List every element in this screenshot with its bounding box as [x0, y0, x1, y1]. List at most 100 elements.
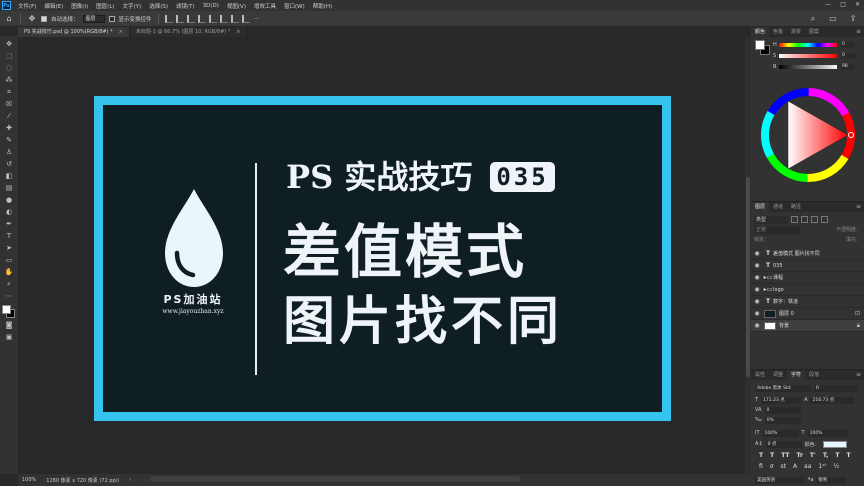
- crop-tool-icon[interactable]: ⌗: [3, 87, 15, 98]
- vertical-scale-field[interactable]: 100%: [762, 429, 799, 437]
- foreground-color[interactable]: [755, 40, 765, 50]
- eraser-tool-icon[interactable]: ◧: [3, 171, 15, 182]
- tab-paragraph[interactable]: 段落: [805, 370, 823, 380]
- tab-swatches[interactable]: 色板: [769, 27, 787, 37]
- layer-item[interactable]: ◉ 背景 🔒︎: [751, 320, 864, 332]
- menu-edit[interactable]: 编辑(E): [40, 2, 67, 10]
- tab-patterns[interactable]: 图案: [805, 27, 823, 37]
- tab-channels[interactable]: 通道: [769, 202, 787, 212]
- tracking-field[interactable]: 0%: [764, 416, 801, 424]
- layer-item[interactable]: ◉ T 数字：铁凌: [751, 296, 864, 308]
- stylistic-button[interactable]: A: [793, 463, 797, 470]
- auto-select-dropdown[interactable]: 图层: [82, 14, 105, 23]
- visibility-eye-icon[interactable]: ◉: [751, 310, 763, 317]
- align-center-icon[interactable]: [175, 14, 184, 23]
- strikethrough-button[interactable]: T: [846, 452, 850, 459]
- blend-mode-dropdown[interactable]: 正常: [754, 226, 800, 234]
- screen-mode-icon[interactable]: ▣: [3, 332, 15, 343]
- panel-menu-icon[interactable]: ≡: [856, 370, 864, 380]
- text-color-swatch[interactable]: [822, 440, 847, 448]
- font-style-dropdown[interactable]: R: [814, 384, 858, 392]
- show-transform-checkbox[interactable]: [108, 15, 115, 22]
- slider-value[interactable]: 98: [841, 63, 855, 70]
- brush-tool-icon[interactable]: ✎: [3, 135, 15, 146]
- slider-track[interactable]: [779, 64, 837, 69]
- leading-field[interactable]: 216.73 点: [810, 396, 855, 404]
- history-brush-tool-icon[interactable]: ↺: [3, 159, 15, 170]
- stamp-tool-icon[interactable]: ♙: [3, 147, 15, 158]
- status-arrow-icon[interactable]: ›: [129, 477, 131, 483]
- tab-document-2[interactable]: 未标题-1 @ 66.7% (图层 10, RGB/8#) * ×: [129, 27, 248, 37]
- color-swatches[interactable]: [2, 305, 16, 319]
- document-canvas[interactable]: PS加油站 www.jiayouzhan.xyz PS 实战技巧 035 差值模…: [94, 96, 671, 421]
- align-bottom-icon[interactable]: [219, 14, 228, 23]
- layer-filter-dropdown[interactable]: 类型: [754, 215, 788, 224]
- underline-button[interactable]: T: [835, 452, 839, 459]
- menu-view[interactable]: 视图(V): [223, 2, 250, 10]
- font-size-field[interactable]: 171.23 点: [761, 396, 802, 404]
- type-tool-icon[interactable]: T: [3, 231, 15, 242]
- hand-tool-icon[interactable]: ✋: [3, 267, 15, 278]
- brightness-slider[interactable]: B 98: [773, 63, 863, 70]
- menu-file[interactable]: 文件(F): [14, 2, 40, 10]
- minimize-icon[interactable]: —: [825, 1, 831, 8]
- menu-image[interactable]: 图像(I): [67, 2, 92, 10]
- more-options[interactable]: ···: [254, 16, 259, 22]
- superscript-button[interactable]: T': [810, 452, 816, 459]
- filter-type-icon[interactable]: [811, 216, 818, 223]
- visibility-eye-icon[interactable]: ◉: [751, 262, 763, 269]
- move-tool-icon[interactable]: ✥: [27, 14, 37, 24]
- pen-tool-icon[interactable]: ✒: [3, 219, 15, 230]
- more-tools-icon[interactable]: ⋯: [3, 291, 15, 302]
- panel-menu-icon[interactable]: ≡: [856, 202, 864, 212]
- baseline-field[interactable]: 0 点: [765, 440, 802, 448]
- layer-item[interactable]: ◉ T 差值模式 图片找不同: [751, 248, 864, 260]
- slider-track[interactable]: [779, 53, 837, 58]
- ligature-button[interactable]: ﬁ: [759, 463, 763, 470]
- subscript-button[interactable]: T,: [823, 452, 829, 459]
- zoom-tool-icon[interactable]: ⌕: [3, 279, 15, 290]
- blur-tool-icon[interactable]: ●: [3, 195, 15, 206]
- foreground-color[interactable]: [2, 305, 11, 314]
- maximize-icon[interactable]: □: [840, 1, 846, 8]
- visibility-eye-icon[interactable]: ◉: [751, 286, 763, 293]
- distribute-vertical-icon[interactable]: [241, 14, 250, 23]
- menu-type[interactable]: 文字(Y): [119, 2, 146, 10]
- gradient-tool-icon[interactable]: ▤: [3, 183, 15, 194]
- color-panel-swatches[interactable]: [755, 40, 771, 56]
- horizontal-scrollbar[interactable]: [150, 476, 520, 482]
- tab-properties[interactable]: 属性: [751, 370, 769, 380]
- move-tool-icon[interactable]: ✥: [3, 39, 15, 50]
- small-caps-button[interactable]: Tr: [797, 452, 803, 459]
- menu-layer[interactable]: 图层(L): [92, 2, 118, 10]
- faux-bold-button[interactable]: T: [759, 452, 763, 459]
- quick-mask-icon[interactable]: ◙: [3, 320, 15, 331]
- horizontal-scale-field[interactable]: 100%: [807, 429, 848, 437]
- visibility-eye-icon[interactable]: ◉: [751, 322, 763, 329]
- tab-close-icon[interactable]: ×: [119, 29, 123, 35]
- tab-adjustments[interactable]: 调整: [769, 370, 787, 380]
- slider-value[interactable]: 0: [841, 52, 855, 59]
- panel-menu-icon[interactable]: ≡: [856, 27, 864, 37]
- fraction-button[interactable]: ½: [833, 463, 839, 470]
- menu-3d[interactable]: 3D(D): [199, 3, 223, 9]
- workspace-icon[interactable]: ▭: [828, 14, 838, 24]
- align-top-icon[interactable]: [197, 14, 206, 23]
- filter-pixel-icon[interactable]: [791, 216, 798, 223]
- all-caps-button[interactable]: TT: [781, 452, 789, 459]
- tab-document-1[interactable]: PS 实战技巧.psd @ 100%(RGB/8#) * ×: [18, 27, 130, 37]
- close-icon[interactable]: ✕: [855, 1, 860, 8]
- visibility-eye-icon[interactable]: ◉: [751, 298, 763, 305]
- layer-item[interactable]: ◉ T 035: [751, 260, 864, 272]
- swash-button[interactable]: st: [780, 463, 785, 470]
- slider-track[interactable]: [779, 42, 837, 47]
- share-icon[interactable]: ⇪: [848, 14, 858, 24]
- menu-help[interactable]: 帮助(H): [309, 2, 336, 10]
- search-icon[interactable]: ⌕: [808, 14, 818, 24]
- tab-color[interactable]: 颜色: [751, 27, 770, 37]
- menu-select[interactable]: 选择(S): [145, 2, 172, 10]
- document-info[interactable]: 1280 像素 x 720 像素 (72 ppi): [46, 477, 119, 484]
- marquee-tool-icon[interactable]: ⬚: [3, 51, 15, 62]
- align-left-icon[interactable]: [164, 14, 173, 23]
- hue-slider[interactable]: H 0: [773, 41, 863, 48]
